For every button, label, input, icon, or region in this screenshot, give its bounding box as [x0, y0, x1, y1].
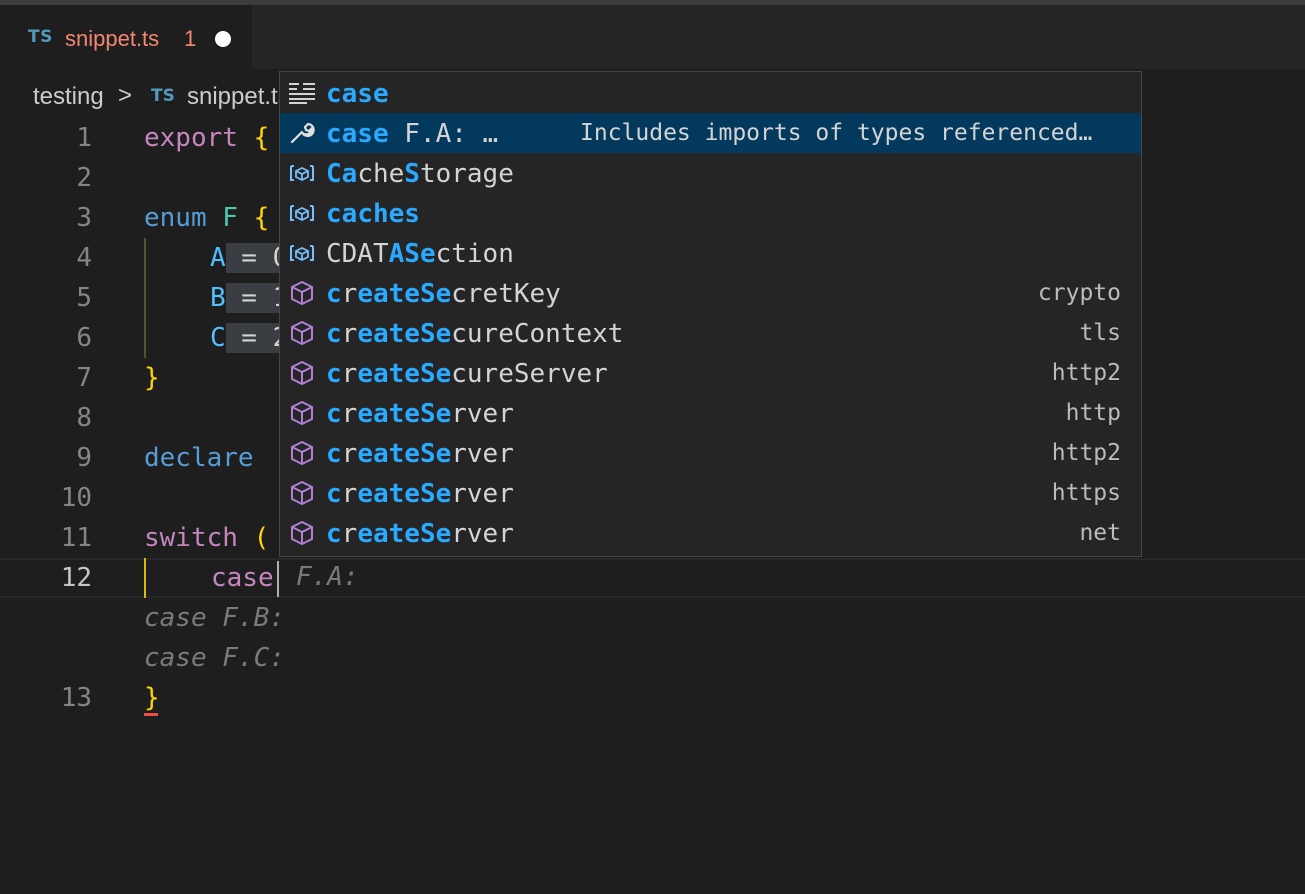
line-number: 6 [76, 323, 92, 353]
ghost-suggestion: case F.C: [144, 643, 285, 673]
line-number: 9 [76, 443, 92, 473]
line-number: 5 [76, 283, 92, 313]
suggest-item[interactable]: createServer https [280, 473, 1141, 513]
brace: { [237, 203, 270, 233]
code-text: A = 0 [210, 243, 289, 273]
line-number: 7 [76, 363, 92, 393]
unsaved-dot-icon[interactable] [215, 31, 231, 47]
suggest-label: CacheStorage [326, 159, 514, 189]
suggest-label: createServer [326, 439, 514, 469]
suggest-item[interactable]: createSecureContext tls [280, 313, 1141, 353]
chevron-right-icon: > [118, 82, 133, 109]
ghost-suggestion: case F.B: [144, 603, 285, 633]
tab-bar: TS snippet.ts 1 [0, 5, 1305, 69]
module-icon [288, 520, 316, 546]
suggest-item[interactable]: createSecureServer http2 [280, 353, 1141, 393]
brace: } [144, 683, 160, 713]
keyword: export [144, 123, 238, 153]
suggest-item[interactable]: createSecretKey crypto [280, 273, 1141, 313]
type-name: F [206, 203, 238, 233]
module-icon [288, 280, 316, 306]
code-text: switch ( [144, 523, 269, 553]
line-number: 13 [60, 683, 92, 713]
module-icon [288, 360, 316, 386]
module-icon [288, 320, 316, 346]
module-icon [288, 480, 316, 506]
line-number: 8 [76, 403, 92, 433]
code-line: 13 } [0, 679, 1305, 719]
suggest-label: createSecretKey [326, 279, 561, 309]
line-number: 12 [60, 563, 92, 593]
enum-member: C [210, 323, 226, 353]
line-number: 11 [60, 523, 92, 553]
suggest-item[interactable]: CDATASection [280, 233, 1141, 273]
text-cursor [277, 561, 279, 597]
variable-icon [288, 200, 316, 226]
line-number: 2 [76, 163, 92, 193]
tab-snippet-ts[interactable]: TS snippet.ts 1 [0, 5, 252, 69]
typescript-file-icon: TS [151, 86, 175, 106]
suggest-detail: http [1065, 400, 1121, 426]
brace: } [144, 363, 160, 393]
line-number: 10 [60, 483, 92, 513]
keyword: case [211, 563, 274, 593]
brace: { [237, 123, 270, 153]
variable-icon [288, 160, 316, 186]
line-number: 1 [76, 123, 92, 153]
breadcrumb-folder[interactable]: testing [33, 83, 104, 111]
typescript-file-icon: TS [28, 27, 53, 47]
code-text: C = 2 [210, 323, 289, 353]
suggest-detail: https [1051, 480, 1121, 506]
suggest-label: CDATASection [326, 239, 514, 269]
wrench-icon [288, 120, 316, 146]
suggest-detail: http2 [1051, 360, 1121, 386]
tab-title: snippet.ts [65, 26, 160, 51]
suggest-label: createServer [326, 399, 514, 429]
code-text: B = 1 [210, 283, 289, 313]
module-icon [288, 400, 316, 426]
suggest-label: createSecureContext [326, 319, 624, 349]
suggest-label: createSecureServer [326, 359, 608, 389]
paren: ( [237, 523, 270, 553]
error-squiggle [144, 713, 158, 716]
line-number: 3 [76, 203, 92, 233]
suggest-label: createServer [326, 519, 514, 549]
code-text: export { [144, 123, 269, 153]
suggest-item[interactable]: case [280, 73, 1141, 113]
suggest-description: Includes imports of types referenced… [580, 120, 1093, 146]
breadcrumb-file[interactable]: snippet.ts [187, 83, 290, 111]
suggest-label: caches [326, 199, 420, 229]
ghost-line: case F.B: [0, 599, 1305, 639]
suggest-item[interactable]: createServer http [280, 393, 1141, 433]
keyword: switch [144, 523, 238, 553]
suggest-detail: http2 [1051, 440, 1121, 466]
suggest-item[interactable]: case F.A: … Includes imports of types ref… [280, 113, 1141, 153]
suggest-label: createServer [326, 479, 514, 509]
ghost-suggestion: F.A: [296, 562, 359, 592]
keyword: enum [144, 203, 207, 233]
module-icon [288, 440, 316, 466]
ghost-line: case F.C: [0, 639, 1305, 679]
keyword: declare [144, 443, 254, 473]
suggest-item[interactable]: CacheStorage [280, 153, 1141, 193]
suggest-item[interactable]: createServer http2 [280, 433, 1141, 473]
code-line-active: 12 case F.A: [0, 559, 1305, 599]
enum-member: B [210, 283, 226, 313]
suggest-item[interactable]: createServer net [280, 513, 1141, 553]
line-number: 4 [76, 243, 92, 273]
variable-icon [288, 240, 316, 266]
suggest-label: case F.A: … [326, 119, 499, 149]
suggest-label: case [326, 79, 389, 109]
problem-count-badge: 1 [184, 26, 197, 51]
enum-member: A [210, 243, 226, 273]
code-text: enum F { [144, 203, 269, 233]
suggest-widget: case case F.A: … Includes imports of types… [279, 71, 1142, 557]
suggest-detail: crypto [1037, 280, 1121, 306]
suggest-detail: tls [1079, 320, 1121, 346]
snippet-icon [288, 80, 316, 106]
suggest-detail: net [1079, 520, 1121, 546]
suggest-item[interactable]: caches [280, 193, 1141, 233]
